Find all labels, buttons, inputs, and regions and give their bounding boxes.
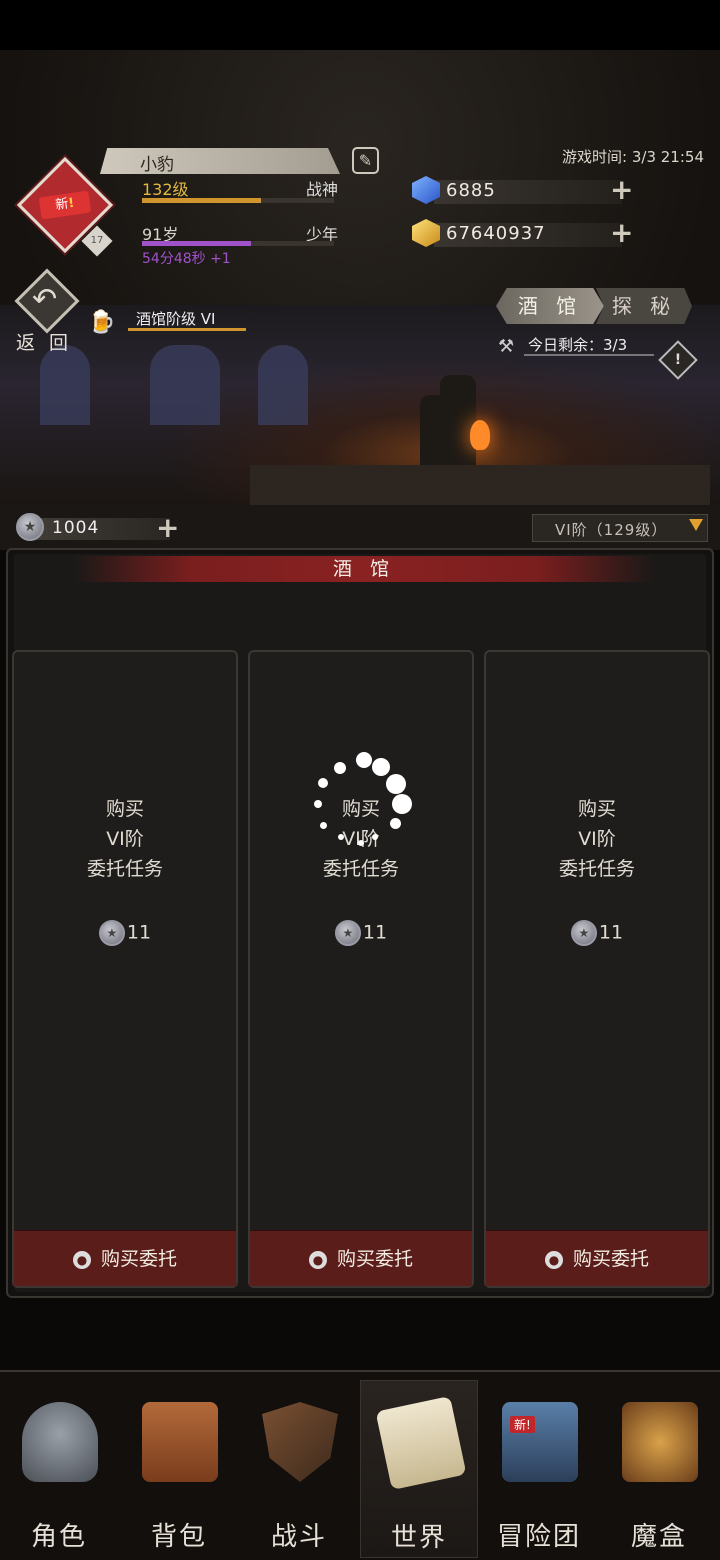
commission-card[interactable]: 购买 VI阶 委托任务 ★ 11 ● 购买委托: [248, 650, 474, 1288]
backpack-icon: [142, 1402, 218, 1482]
tavern-level: 🍺 酒馆阶级 VI: [88, 306, 248, 336]
nav-label: 战斗: [270, 1522, 327, 1552]
card-text: 购买 VI阶 委托任务: [86, 798, 163, 880]
scene-window: [150, 345, 220, 425]
coin-icon: ★: [570, 920, 597, 946]
lock-icon: ●: [72, 1251, 91, 1269]
player-level: 132级: [142, 180, 189, 199]
lock-icon: ●: [308, 1251, 327, 1269]
coin-icon: ★: [334, 920, 361, 946]
mug-icon: 🍺: [88, 310, 116, 335]
tab-tavern[interactable]: 酒 馆: [496, 288, 604, 324]
chevron-down-icon: [689, 519, 703, 531]
nav-label: 角色: [30, 1522, 87, 1552]
daily-remaining: ⚒ 今日剩余：3/3: [498, 332, 668, 362]
player-title: 战神: [305, 180, 338, 199]
nav-item-adventure-team[interactable]: 新! 冒险团: [480, 1380, 598, 1558]
tab-explore[interactable]: 探 秘: [596, 288, 692, 324]
avatar-level-badge: 17: [81, 225, 113, 257]
nav-item-character[interactable]: 角色: [0, 1380, 118, 1558]
coin-row: ★ 1004 + VI阶（129级）: [0, 505, 720, 550]
tier-select-value: VI阶（129级）: [555, 521, 668, 539]
card-text: 购买 VI阶 委托任务: [558, 798, 635, 880]
coin-icon: ★: [16, 513, 44, 541]
lock-icon: ●: [544, 1251, 563, 1269]
castle-icon: [502, 1402, 578, 1482]
buy-commission-button[interactable]: ● 购买委托: [486, 1230, 708, 1286]
level-row: 132级 战神: [142, 176, 338, 199]
loading-spinner-icon: [312, 752, 412, 852]
coin-amount: 1004: [52, 518, 100, 538]
gold-amount: 67640937: [446, 223, 546, 244]
tavern-tabs: 酒 馆 探 秘: [496, 288, 692, 324]
status-bar: [0, 0, 720, 50]
add-diamond-button[interactable]: +: [610, 176, 634, 204]
add-coin-button[interactable]: +: [156, 511, 179, 544]
age-bar: [142, 241, 334, 246]
player-name: 小豹: [140, 155, 174, 175]
card-price: ★ 11: [14, 920, 236, 946]
age-timer: 54分48秒 +1: [142, 251, 231, 267]
coin-balance: ★ 1004 +: [16, 511, 182, 544]
commission-card[interactable]: 购买 VI阶 委托任务 ★ 11 ● 购买委托: [12, 650, 238, 1288]
add-gold-button[interactable]: +: [610, 219, 634, 247]
scene-bottle: [440, 375, 476, 475]
nav-item-backpack[interactable]: 背包: [120, 1380, 238, 1558]
level-bar: [142, 198, 334, 203]
nav-label: 魔盒: [630, 1522, 687, 1552]
tavern-level-label: 酒馆阶级 VI: [136, 310, 216, 328]
edit-icon[interactable]: ✎: [352, 147, 379, 174]
scene-window: [258, 345, 308, 425]
card-price: ★ 11: [250, 920, 472, 946]
nav-label: 世界: [390, 1523, 447, 1553]
coin-icon: ★: [98, 920, 125, 946]
scene-fire: [470, 420, 490, 450]
magic-box-icon: [622, 1402, 698, 1482]
avatar[interactable]: 新! 17: [16, 156, 114, 257]
diamond-currency: 6885 +: [412, 176, 634, 206]
bottom-nav: 角色 背包 战斗 世界 新! 冒险团 魔盒: [0, 1370, 720, 1560]
diamond-amount: 6885: [446, 180, 496, 201]
nav-item-battle[interactable]: 战斗: [240, 1380, 358, 1558]
back-label: 返 回: [16, 332, 73, 354]
back-arrow-icon: ↶: [32, 282, 58, 317]
back-button[interactable]: ↶ 返 回: [10, 268, 84, 354]
new-badge: 新!: [510, 1416, 535, 1433]
remaining-label: 今日剩余：3/3: [528, 336, 628, 354]
nav-label: 背包: [150, 1522, 207, 1552]
gold-currency: 67640937 +: [412, 219, 634, 249]
buy-commission-button[interactable]: ● 购买委托: [250, 1230, 472, 1286]
scene-window: [40, 345, 90, 425]
sword-shield-icon: [262, 1402, 338, 1482]
nav-item-magic-box[interactable]: 魔盒: [600, 1380, 718, 1558]
anvil-icon: ⚒: [498, 336, 515, 357]
commission-card[interactable]: 购买 VI阶 委托任务 ★ 11 ● 购买委托: [484, 650, 710, 1288]
card-price: ★ 11: [486, 920, 708, 946]
helmet-icon: [22, 1402, 98, 1482]
panel-title: 酒 馆: [74, 556, 654, 582]
scroll-icon: [375, 1395, 467, 1491]
buy-commission-button[interactable]: ● 购买委托: [14, 1230, 236, 1286]
name-plate: [100, 148, 340, 174]
tier-select[interactable]: VI阶（129级）: [532, 514, 708, 542]
game-time: 游戏时间: 3/3 21:54: [562, 148, 704, 166]
nav-item-world[interactable]: 世界: [360, 1380, 478, 1558]
age-row: 91岁 少年: [142, 221, 338, 244]
scene-table: [250, 465, 710, 505]
nav-label: 冒险团: [496, 1522, 581, 1552]
